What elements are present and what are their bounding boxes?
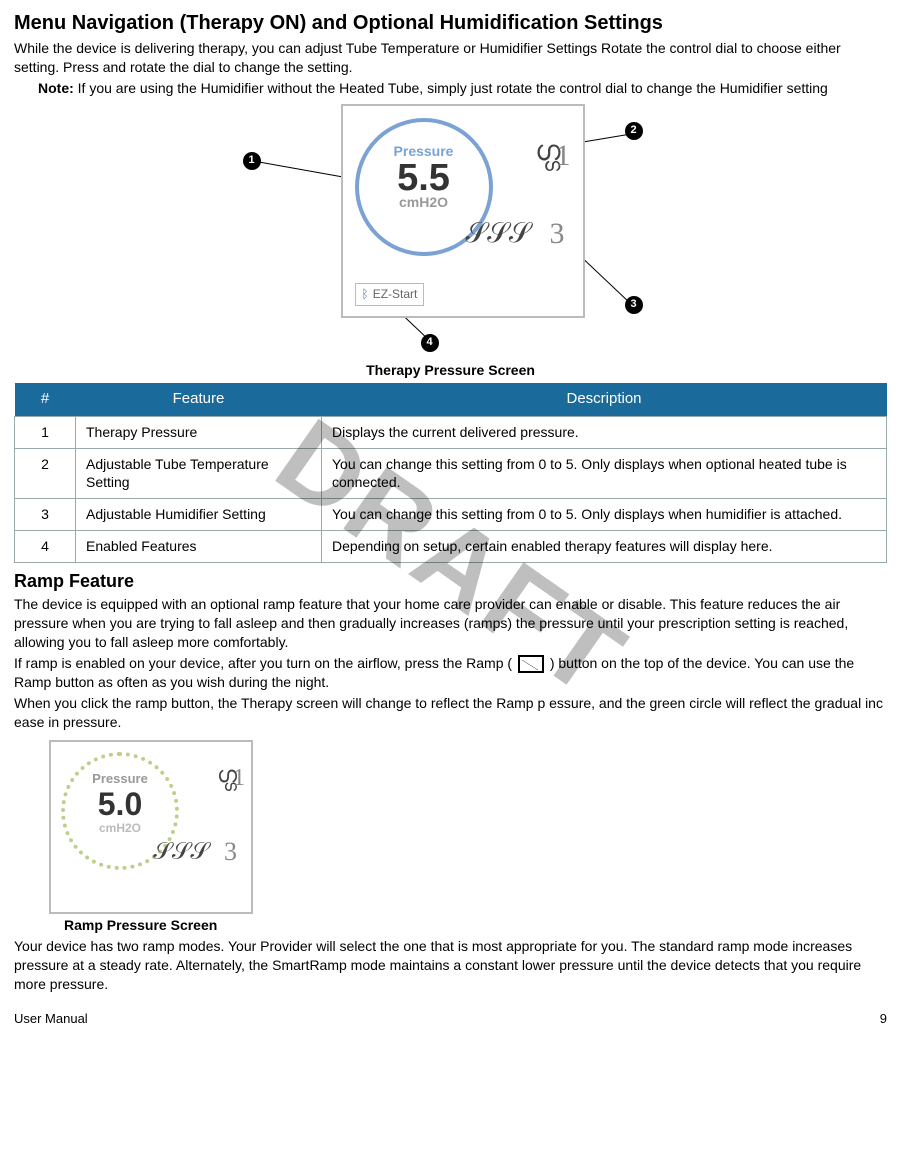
ramp-pressure-unit: cmH2O [65,820,175,836]
pressure-unit: cmH2O [359,193,489,212]
cell-desc: You can change this setting from 0 to 5.… [322,448,887,499]
cell-desc: Displays the current delivered pressure. [322,416,887,448]
ramp-screen-caption: Ramp Pressure Screen [64,916,887,935]
callout-3: 3 [625,296,643,314]
footer-page-number: 9 [880,1010,887,1028]
callout-4: 4 [421,334,439,352]
cell-desc: Depending on setup, certain enabled ther… [322,531,887,563]
therapy-pressure-diagram: Pressure 5.5 cmH2O ഗ്ഗ 1 𝒮𝒮𝒮 3 ᛒ EZ-Star… [221,104,681,354]
ramp-pressure-label: Pressure [65,770,175,788]
ramp-pressure-value: 5.0 [65,788,175,820]
intro-paragraph: While the device is delivering therapy, … [14,39,887,77]
note-paragraph: Note: If you are using the Humidifier wi… [38,79,887,98]
device-screen: Pressure 5.5 cmH2O ഗ്ഗ 1 𝒮𝒮𝒮 3 ᛒ EZ-Star… [341,104,585,318]
table-row: 2 Adjustable Tube Temperature Setting Yo… [15,448,887,499]
ez-start-label: EZ-Start [373,286,418,302]
th-num: # [15,383,76,416]
page-title: Menu Navigation (Therapy ON) and Optiona… [14,10,887,37]
callout-1: 1 [243,152,261,170]
ramp-button-icon [518,655,544,673]
note-label: Note: [38,80,74,96]
note-text: If you are using the Humidifier without … [74,80,828,96]
footer-left: User Manual [14,1010,88,1028]
cell-feature: Adjustable Tube Temperature Setting [76,448,322,499]
ramp-pressure-screen: Pressure 5.0 cmH2O ഗ്ഗ 1 𝒮𝒮𝒮 3 [49,740,253,914]
pressure-value: 5.5 [359,159,489,197]
table-row: 3 Adjustable Humidifier Setting You can … [15,499,887,531]
table-row: 4 Enabled Features Depending on setup, c… [15,531,887,563]
cell-desc: You can change this setting from 0 to 5.… [322,499,887,531]
ramp-paragraph-4: Your device has two ramp modes. Your Pro… [14,937,887,994]
th-feature: Feature [76,383,322,416]
tube-temperature-value: 1 [233,762,245,794]
cell-num: 1 [15,416,76,448]
cell-num: 3 [15,499,76,531]
ramp-p2-a: If ramp is enabled on your device, after… [14,655,516,671]
cell-num: 4 [15,531,76,563]
feature-table: # Feature Description 1 Therapy Pressure… [14,383,887,563]
humidifier-value: 3 [224,834,237,869]
humidifier-value: 3 [550,214,565,255]
ramp-heading: Ramp Feature [14,569,887,593]
table-row: 1 Therapy Pressure Displays the current … [15,416,887,448]
cell-num: 2 [15,448,76,499]
ramp-paragraph-3: When you click the ramp button, the Ther… [14,694,887,732]
ez-start-badge: ᛒ EZ-Start [355,283,425,305]
th-desc: Description [322,383,887,416]
humidifier-icon: 𝒮𝒮𝒮 [153,836,209,868]
cell-feature: Therapy Pressure [76,416,322,448]
callout-2: 2 [625,122,643,140]
ramp-paragraph-1: The device is equipped with an optional … [14,595,887,652]
bluetooth-icon: ᛒ [362,286,369,302]
humidifier-icon: 𝒮𝒮𝒮 [465,214,530,252]
diagram-caption: Therapy Pressure Screen [14,361,887,380]
table-header-row: # Feature Description [15,383,887,416]
cell-feature: Enabled Features [76,531,322,563]
ramp-paragraph-2: If ramp is enabled on your device, after… [14,654,887,692]
tube-temperature-value: 1 [556,136,571,177]
cell-feature: Adjustable Humidifier Setting [76,499,322,531]
